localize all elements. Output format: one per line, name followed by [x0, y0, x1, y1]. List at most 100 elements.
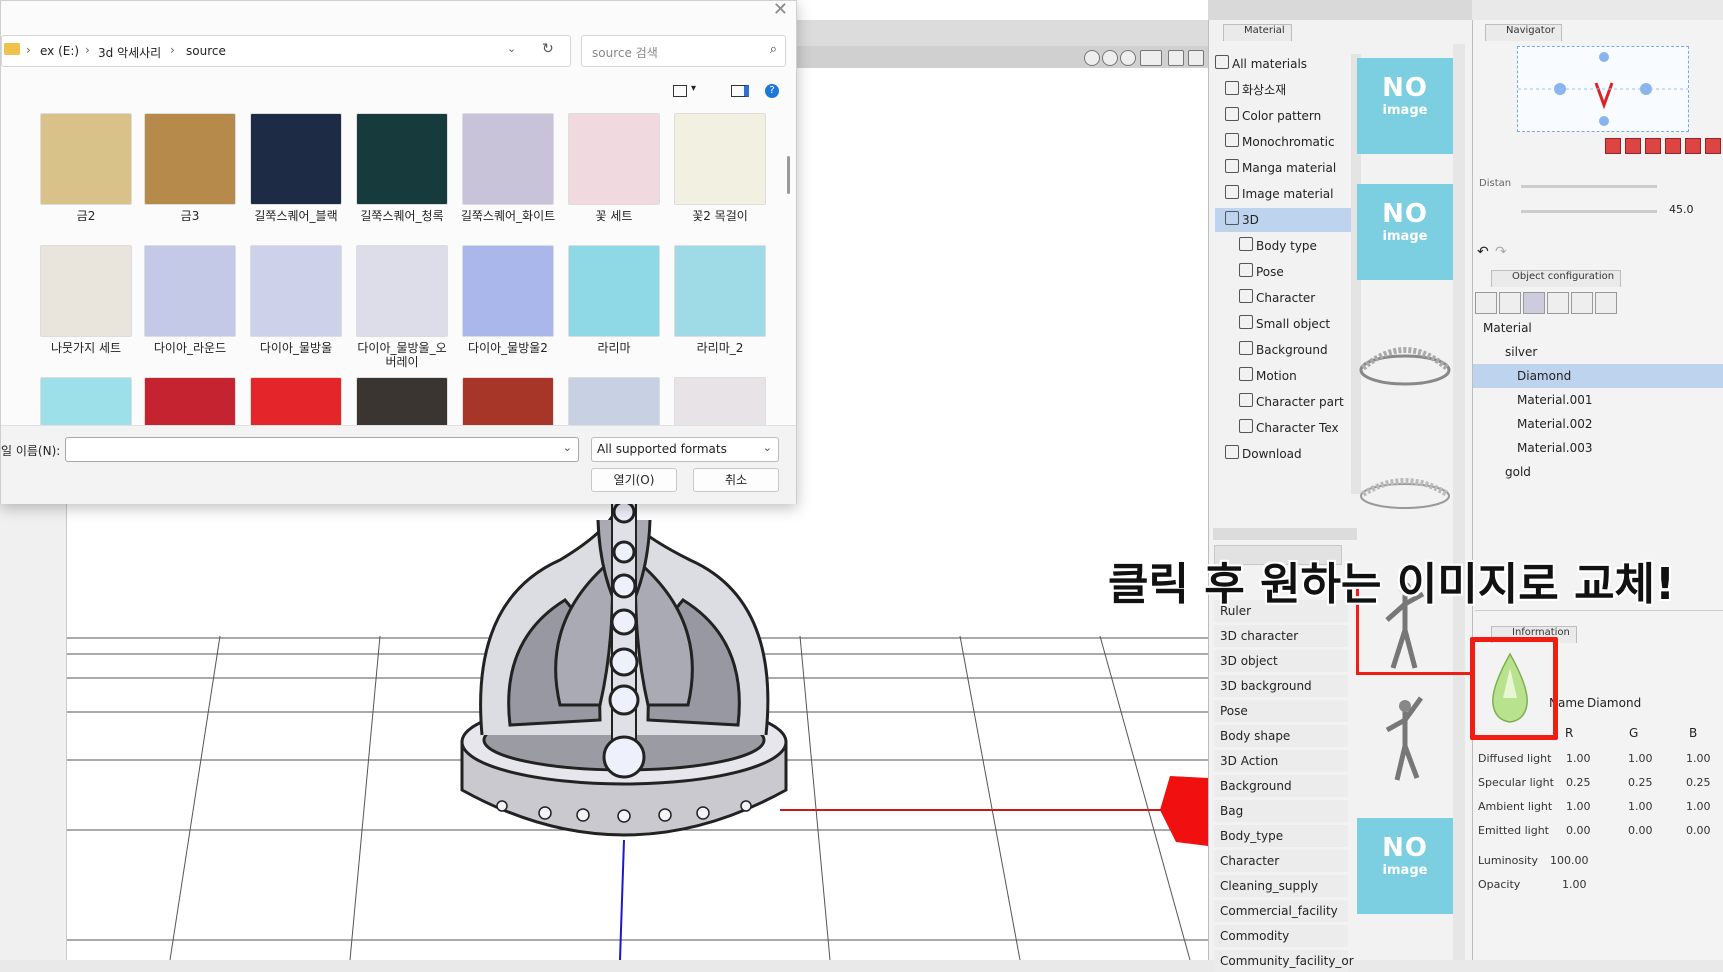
window-icon[interactable]: [1168, 50, 1184, 66]
tree-item[interactable]: Color pattern: [1215, 104, 1365, 128]
settings-icon[interactable]: [1120, 50, 1136, 66]
light-g[interactable]: 1.00: [1628, 748, 1653, 770]
open-button[interactable]: 열기(O): [591, 468, 677, 492]
view-mode-icon[interactable]: [673, 85, 687, 97]
tag-item[interactable]: Bag: [1214, 800, 1348, 822]
opacity-value[interactable]: 1.00: [1562, 874, 1587, 896]
close-icon[interactable]: ✕: [773, 0, 788, 20]
tag-item[interactable]: 3D Action: [1214, 750, 1348, 772]
file-item[interactable]: 길쭉스퀘어_화이트: [459, 113, 557, 223]
file-item[interactable]: 라리마: [565, 245, 663, 355]
navigator-preview[interactable]: [1517, 46, 1689, 132]
file-item[interactable]: 꽃2 목걸이: [671, 113, 769, 223]
file-item[interactable]: 다이아_물방울_오버레이: [353, 245, 451, 369]
thumb-scrollbar[interactable]: [1453, 44, 1465, 960]
tree-item[interactable]: 3D: [1215, 208, 1365, 232]
file-item[interactable]: 다이아_물방울: [247, 245, 345, 355]
distance-slider[interactable]: [1521, 185, 1657, 188]
tag-item[interactable]: 3D character: [1214, 625, 1348, 647]
file-item[interactable]: 길쭉스퀘어_블랙: [247, 113, 345, 223]
light-r[interactable]: 0.25: [1566, 772, 1591, 794]
pen-icon[interactable]: [1595, 292, 1617, 314]
light-b[interactable]: 1.00: [1686, 796, 1711, 818]
tag-item[interactable]: Body_type: [1214, 825, 1348, 847]
filename-input[interactable]: ⌄: [65, 437, 579, 462]
tag-item[interactable]: 3D background: [1214, 675, 1348, 697]
material-thumb-tiara[interactable]: [1357, 438, 1453, 534]
tag-item[interactable]: Pose: [1214, 700, 1348, 722]
eye-icon[interactable]: [1571, 292, 1593, 314]
tree-item[interactable]: Manga material: [1215, 156, 1365, 180]
search-icon[interactable]: ⌕: [770, 42, 777, 57]
material-thumb-noimage[interactable]: NO image: [1357, 58, 1453, 154]
tree-item[interactable]: All materials: [1215, 52, 1355, 76]
breadcrumb-current[interactable]: source: [186, 44, 226, 58]
light-r[interactable]: 0.00: [1566, 820, 1591, 842]
redo-icon[interactable]: ↷: [1495, 245, 1515, 259]
refresh-icon[interactable]: ↻: [542, 41, 554, 57]
material-thumb-noimage[interactable]: NO image: [1357, 818, 1453, 914]
file-item[interactable]: 금2: [37, 113, 135, 223]
address-bar[interactable]: › ex (E:) › 3d 악세사리 › source ⌄ ↻: [1, 35, 571, 67]
light-g[interactable]: 1.00: [1628, 796, 1653, 818]
tag-item[interactable]: 3D object: [1214, 650, 1348, 672]
tree-item[interactable]: Download: [1215, 442, 1365, 466]
file-item[interactable]: 길쭉스퀘어_청록: [353, 113, 451, 223]
light-b[interactable]: 0.00: [1686, 820, 1711, 842]
object-config-item[interactable]: Material.001: [1473, 388, 1723, 412]
material-thumb-tiara[interactable]: [1357, 312, 1453, 408]
material-thumb-figure[interactable]: [1357, 690, 1453, 786]
scene-icon[interactable]: [1475, 292, 1497, 314]
breadcrumb-folder[interactable]: 3d 악세사리: [98, 44, 161, 61]
object-config-item[interactable]: Material.003: [1473, 436, 1723, 460]
chevron-down-icon[interactable]: ⌄: [563, 441, 572, 454]
file-item[interactable]: 금3: [141, 113, 239, 223]
tag-item[interactable]: Body shape: [1214, 725, 1348, 747]
chevron-down-icon[interactable]: ⌄: [763, 441, 772, 454]
tab-object-configuration[interactable]: Object configuration: [1491, 270, 1622, 287]
tab-navigator[interactable]: Navigator: [1485, 24, 1562, 41]
help-icon[interactable]: ?: [765, 84, 779, 98]
horizontal-scrollbar[interactable]: [1213, 528, 1357, 540]
window-icon[interactable]: [1188, 50, 1204, 66]
tag-item[interactable]: Cleaning_supply: [1214, 875, 1348, 897]
tree-item[interactable]: 화상소재: [1215, 78, 1365, 102]
tab-material[interactable]: Material: [1223, 24, 1292, 41]
cancel-button[interactable]: 취소: [693, 468, 779, 492]
tree-item[interactable]: Monochromatic: [1215, 130, 1365, 154]
chevron-down-icon[interactable]: ▾: [691, 83, 696, 94]
light-g[interactable]: 0.00: [1628, 820, 1653, 842]
light-g[interactable]: 0.25: [1628, 772, 1653, 794]
file-item[interactable]: 다이아_라운드: [141, 245, 239, 355]
camera-icon[interactable]: [1605, 138, 1621, 154]
camera-icon[interactable]: [1705, 138, 1721, 154]
object-config-item[interactable]: Material: [1473, 316, 1723, 340]
object-config-item[interactable]: gold: [1473, 460, 1723, 484]
scrollbar[interactable]: [787, 156, 790, 194]
tag-item[interactable]: Character: [1214, 850, 1348, 872]
tree-item[interactable]: Image material: [1215, 182, 1365, 206]
light-r[interactable]: 1.00: [1566, 796, 1591, 818]
tree-icon[interactable]: [1499, 292, 1521, 314]
preview-pane-icon[interactable]: [731, 85, 749, 97]
light-icon[interactable]: [1547, 292, 1569, 314]
tag-item[interactable]: Community_facility_or: [1214, 950, 1354, 972]
tag-item[interactable]: Background: [1214, 775, 1348, 797]
file-item[interactable]: 꽃 세트: [565, 113, 663, 223]
camera-icon[interactable]: [1665, 138, 1681, 154]
settings-icon[interactable]: [1102, 50, 1118, 66]
angle-slider[interactable]: [1521, 210, 1657, 213]
toggle-icon[interactable]: [1140, 50, 1162, 66]
light-b[interactable]: 1.00: [1686, 748, 1711, 770]
object-config-item[interactable]: Material.002: [1473, 412, 1723, 436]
camera-icon[interactable]: [1645, 138, 1661, 154]
material-thumb-noimage[interactable]: NO image: [1357, 184, 1453, 280]
light-b[interactable]: 0.25: [1686, 772, 1711, 794]
object-config-item[interactable]: silver: [1473, 340, 1723, 364]
object-config-item[interactable]: Diamond: [1473, 364, 1723, 388]
settings-icon[interactable]: [1084, 50, 1100, 66]
camera-icon[interactable]: [1625, 138, 1641, 154]
tag-item[interactable]: Commercial_facility: [1214, 900, 1348, 922]
light-r[interactable]: 1.00: [1566, 748, 1591, 770]
camera-icon[interactable]: [1685, 138, 1701, 154]
